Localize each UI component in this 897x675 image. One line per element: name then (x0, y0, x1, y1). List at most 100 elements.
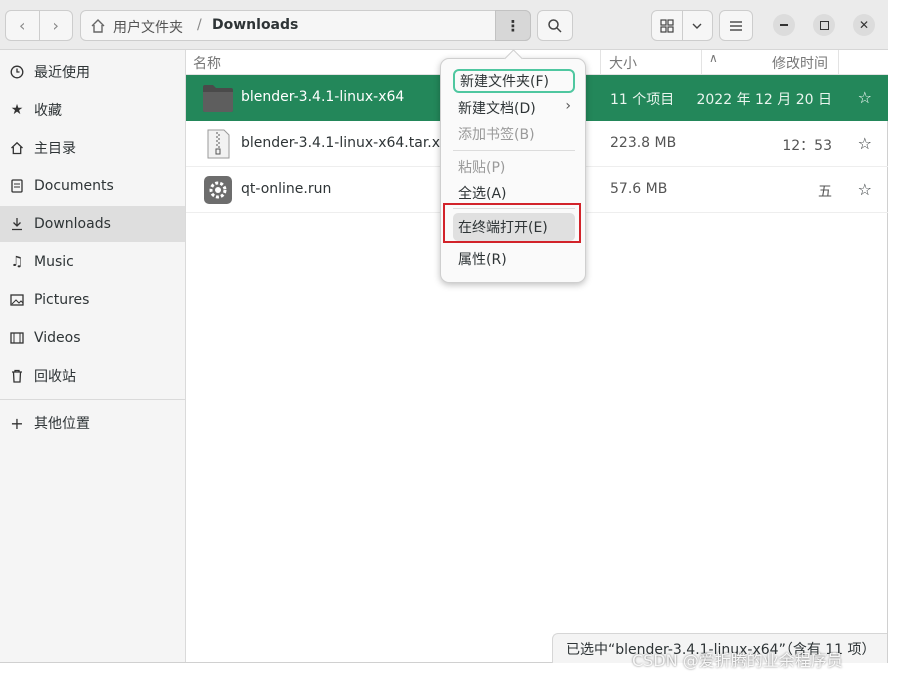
sidebar-item-label: 收藏 (34, 103, 62, 119)
sidebar-item-label: 回收站 (34, 369, 76, 385)
sidebar-item-downloads[interactable]: Downloads (0, 206, 185, 242)
menu-item-label: 新建文档(D) (458, 101, 536, 117)
sidebar: 最近使用 ★ 收藏 主目录 Documents Downloads ♫ Musi… (0, 50, 186, 662)
trash-icon (0, 369, 34, 383)
video-icon (0, 332, 34, 344)
sidebar-item-pictures[interactable]: Pictures (0, 282, 185, 318)
maximize-button[interactable] (813, 14, 835, 36)
menu-item-properties[interactable]: 属性(R) (453, 247, 575, 271)
executable-icon (204, 176, 232, 204)
menu-item-label: 粘贴(P) (458, 160, 506, 176)
sidebar-item-recent[interactable]: 最近使用 (0, 54, 185, 90)
star-outline-icon[interactable]: ☆ (858, 134, 872, 153)
column-name-header[interactable]: 名称 (193, 53, 221, 73)
sidebar-item-starred[interactable]: ★ 收藏 (0, 92, 185, 128)
column-separator (838, 50, 839, 75)
view-options-button[interactable] (683, 11, 713, 40)
header-bar: ‹ › 用户文件夹 / Downloads ⋮ ✕ (0, 0, 888, 50)
grid-view-button[interactable] (652, 11, 683, 40)
view-toggle-group (651, 10, 713, 41)
watermark: CSDN @爱折腾的业余程序员 (632, 651, 843, 670)
chevron-left-icon: ‹ (19, 16, 26, 35)
file-name: qt-online.run (241, 181, 332, 197)
sidebar-item-label: Downloads (34, 216, 111, 232)
file-size: 223.8 MB (610, 135, 677, 151)
back-button[interactable]: ‹ (6, 11, 40, 40)
star-outline-icon[interactable]: ☆ (858, 88, 872, 107)
column-modified-header[interactable]: 修改时间 (772, 53, 828, 73)
sidebar-item-home[interactable]: 主目录 (0, 130, 185, 166)
home-icon (0, 141, 34, 155)
chevron-right-icon: › (565, 98, 571, 114)
highlight-annotation-box (443, 203, 581, 243)
menu-item-label: 全选(A) (458, 186, 507, 202)
path-segment-current[interactable]: Downloads (212, 17, 298, 33)
archive-icon (207, 129, 230, 159)
folder-menu-button[interactable]: ⋮ (495, 10, 531, 41)
folder-context-menu: 新建文件夹(F) 新建文档(D) › 添加书签(B) 粘贴(P) 全选(A) 在终… (440, 49, 586, 283)
menu-item-new-document[interactable]: 新建文档(D) › (453, 96, 575, 120)
menu-item-add-bookmark[interactable]: 添加书签(B) (453, 122, 575, 146)
file-name: blender-3.4.1-linux-x64 (241, 89, 405, 105)
sidebar-item-label: Music (34, 254, 74, 270)
minimize-button[interactable] (773, 14, 795, 36)
menu-item-label: 新建文件夹(F) (460, 74, 549, 90)
folder-icon (203, 85, 233, 112)
sidebar-item-label: 其他位置 (34, 416, 90, 432)
maximize-icon (819, 20, 829, 30)
search-icon (548, 18, 562, 33)
sidebar-item-label: 最近使用 (34, 65, 90, 81)
star-icon: ★ (10, 102, 24, 118)
sidebar-item-label: Documents (34, 178, 114, 194)
home-icon (91, 19, 105, 33)
menu-item-new-folder[interactable]: 新建文件夹(F) (453, 69, 575, 93)
chevron-down-icon (692, 23, 702, 29)
music-icon: ♫ (10, 254, 24, 270)
plus-icon: + (10, 413, 24, 433)
search-button[interactable] (537, 10, 573, 41)
sidebar-item-trash[interactable]: 回收站 (0, 358, 185, 394)
vertical-dots-icon: ⋮ (505, 16, 521, 35)
sidebar-item-label: 主目录 (34, 141, 76, 157)
chevron-right-icon: › (52, 16, 59, 35)
file-manager-window: ‹ › 用户文件夹 / Downloads ⋮ ✕ 最近使用 ★ 收藏 主目录 … (0, 0, 888, 663)
sidebar-divider (0, 399, 185, 400)
sidebar-item-other-locations[interactable]: + 其他位置 (0, 405, 185, 441)
sidebar-item-documents[interactable]: Documents (0, 168, 185, 204)
menu-separator (453, 150, 575, 151)
menu-item-select-all[interactable]: 全选(A) (453, 181, 575, 205)
file-modified: 12：53 (782, 138, 832, 154)
column-separator (701, 50, 702, 75)
file-name: blender-3.4.1-linux-x64.tar.xz (241, 135, 448, 151)
close-icon: ✕ (858, 18, 870, 32)
path-bar: 用户文件夹 / Downloads ⋮ (80, 10, 531, 41)
file-modified: 2022 年 12 月 20 日 (696, 92, 832, 108)
sidebar-item-music[interactable]: ♫ Music (0, 244, 185, 280)
sort-ascending-icon: ∧ (709, 51, 718, 65)
star-outline-icon[interactable]: ☆ (858, 180, 872, 199)
minimize-icon (780, 24, 788, 26)
download-icon (0, 217, 34, 231)
hamburger-icon (730, 20, 742, 31)
forward-button[interactable]: › (40, 11, 73, 40)
path-separator: / (197, 17, 202, 33)
main-menu-button[interactable] (719, 10, 753, 41)
column-size-header[interactable]: 大小 (609, 53, 637, 73)
menu-item-label: 属性(R) (458, 252, 507, 268)
grid-icon (660, 18, 674, 33)
menu-item-label: 添加书签(B) (458, 127, 535, 143)
navigation-buttons: ‹ › (5, 10, 73, 41)
clock-icon (0, 65, 34, 79)
picture-icon (0, 294, 34, 306)
sidebar-item-videos[interactable]: Videos (0, 320, 185, 356)
file-size: 57.6 MB (610, 181, 668, 197)
column-separator (600, 50, 601, 75)
file-size: 11 个项目 (610, 92, 675, 108)
close-button[interactable]: ✕ (853, 14, 875, 36)
sidebar-item-label: Pictures (34, 292, 90, 308)
menu-item-paste[interactable]: 粘贴(P) (453, 155, 575, 179)
path-segment-home[interactable]: 用户文件夹 (113, 17, 183, 37)
document-icon (0, 179, 34, 193)
file-modified: 五 (818, 184, 832, 200)
sidebar-item-label: Videos (34, 330, 81, 346)
